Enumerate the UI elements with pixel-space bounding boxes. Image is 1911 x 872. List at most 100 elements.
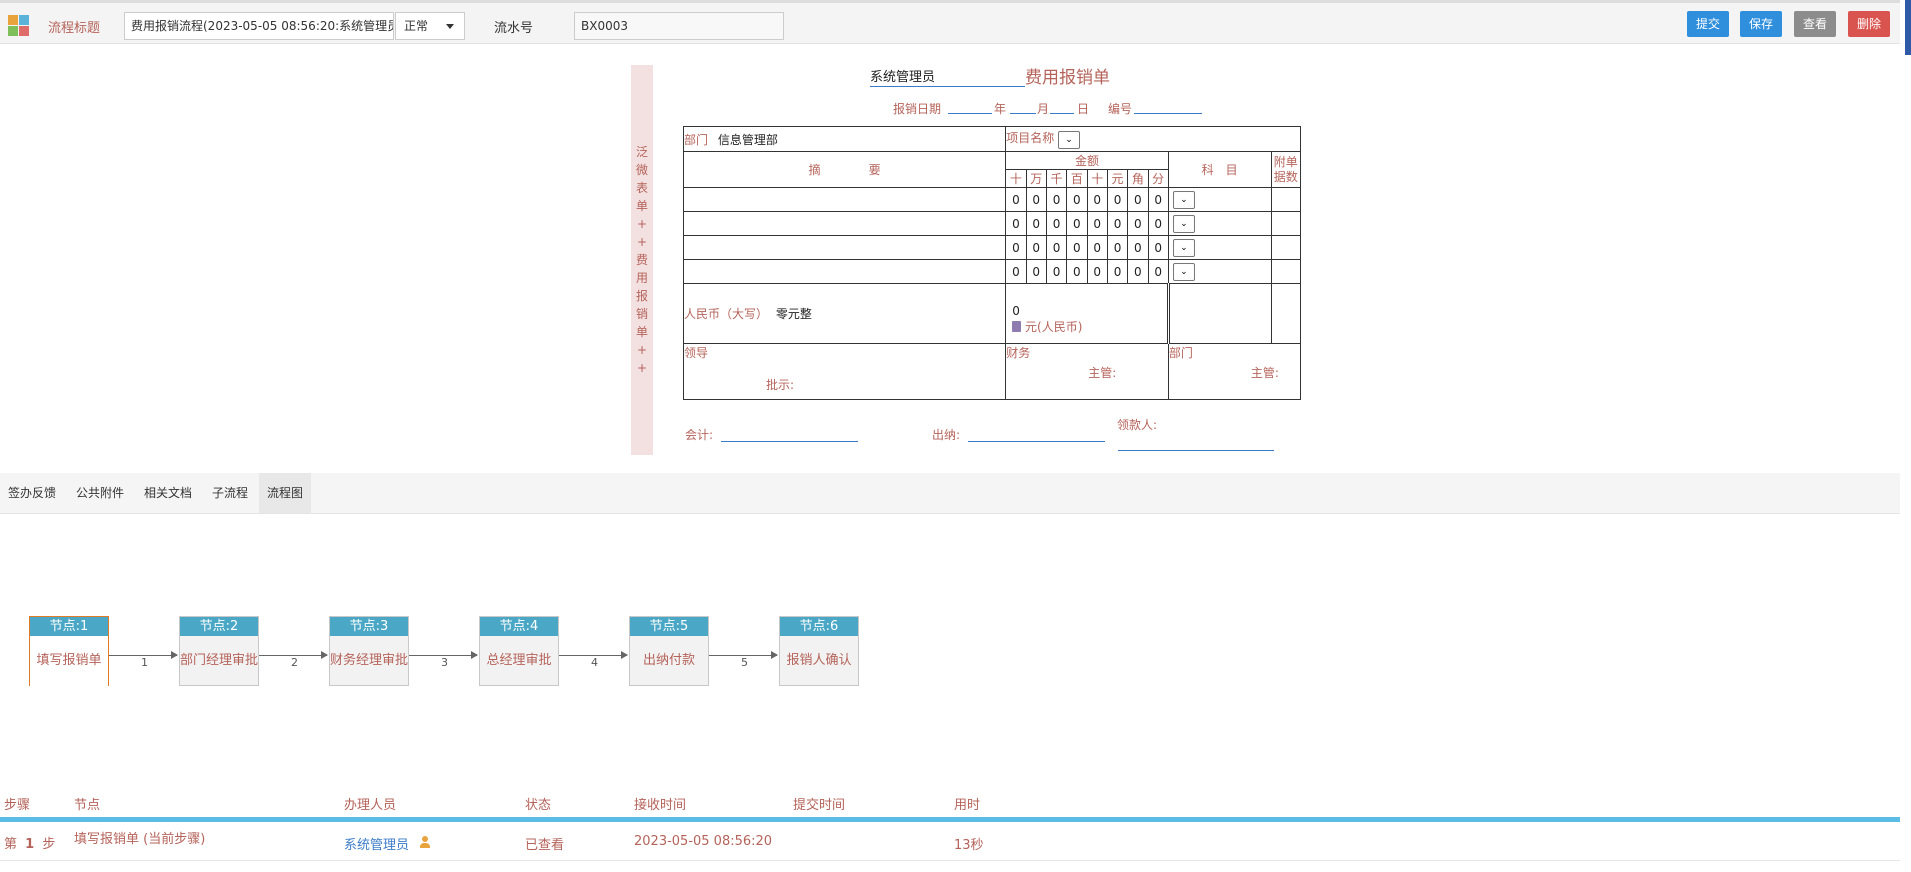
digit-header: 分 xyxy=(1147,169,1169,188)
digit-cell[interactable]: 0 xyxy=(1106,235,1129,260)
number-field[interactable] xyxy=(1134,113,1202,114)
subject-cell: ⌄ xyxy=(1167,187,1272,212)
side-label-char: 泛 xyxy=(635,145,648,159)
tab-2[interactable]: 公共附件 xyxy=(68,473,132,513)
year-field[interactable] xyxy=(948,113,992,114)
flow-arrow-label: 2 xyxy=(291,656,298,669)
digit-cell[interactable]: 0 xyxy=(1005,211,1027,236)
digit-cell[interactable]: 0 xyxy=(1005,187,1027,212)
row-handler[interactable]: 系统管理员 xyxy=(344,834,409,853)
digit-cell[interactable]: 0 xyxy=(1045,211,1068,236)
expense-form-table: 部门 信息管理部 项目名称 ⌄ 摘 要 金额 科 目 附单据数 十万千百十元角分… xyxy=(682,126,1302,400)
year-label: 年 xyxy=(994,102,1007,116)
digit-cell[interactable]: 0 xyxy=(1127,235,1149,260)
tab-5[interactable]: 流程图 xyxy=(259,473,312,513)
digit-header: 万 xyxy=(1025,169,1047,188)
attach-cell[interactable] xyxy=(1270,211,1301,236)
tab-3[interactable]: 相关文档 xyxy=(136,473,200,513)
subject-select[interactable]: ⌄ xyxy=(1172,262,1195,281)
accountant-field[interactable] xyxy=(721,441,858,442)
summary-cell[interactable] xyxy=(682,187,1007,212)
attach-cell[interactable] xyxy=(1270,235,1301,260)
priority-select[interactable]: 正常 xyxy=(395,12,465,40)
accountant-label: 会计: xyxy=(685,428,714,442)
digit-cell[interactable]: 0 xyxy=(1025,211,1047,236)
digit-cell[interactable]: 0 xyxy=(1086,235,1108,260)
flow-node-5[interactable]: 节点:5 出纳付款 xyxy=(629,616,709,686)
digit-cell[interactable]: 0 xyxy=(1025,187,1047,212)
digit-cell[interactable]: 0 xyxy=(1045,235,1068,260)
subject-select[interactable]: ⌄ xyxy=(1172,214,1195,233)
flow-node-header: 节点:3 xyxy=(330,617,408,636)
submit-button[interactable]: 提交 xyxy=(1687,11,1730,37)
subject-header: 科 目 xyxy=(1167,151,1272,188)
col-status: 状态 xyxy=(525,798,552,813)
payee-field[interactable] xyxy=(1118,450,1274,451)
row-received: 2023-05-05 08:56:20 xyxy=(634,834,773,849)
digit-cell[interactable]: 0 xyxy=(1025,235,1047,260)
digit-cell[interactable]: 0 xyxy=(1025,259,1047,284)
flow-node-1[interactable]: 节点:1 填写报销单 xyxy=(29,616,109,686)
tab-4[interactable]: 子流程 xyxy=(204,473,256,513)
digit-cell[interactable]: 0 xyxy=(1086,187,1108,212)
digit-cell[interactable]: 0 xyxy=(1066,235,1088,260)
total-value: 0 xyxy=(1012,304,1020,318)
digit-cell[interactable]: 0 xyxy=(1147,235,1169,260)
summary-cell[interactable] xyxy=(682,211,1007,236)
form-title: 费用报销单 xyxy=(1025,68,1110,88)
number-label: 编号 xyxy=(1108,102,1133,116)
project-select[interactable]: ⌄ xyxy=(1058,131,1081,149)
row-status: 已查看 xyxy=(525,838,565,853)
month-label: 月 xyxy=(1037,102,1050,116)
flow-title-input[interactable]: 费用报销流程(2023-05-05 08:56:20:系统管理员) xyxy=(124,12,394,40)
serial-input[interactable]: BX0003 xyxy=(574,12,784,40)
expense-row: 0 0 0 0 0 0 0 0 ⌄ xyxy=(682,235,1301,260)
summary-cell[interactable] xyxy=(682,259,1007,284)
step-number: 1 xyxy=(25,837,35,852)
digit-cell[interactable]: 0 xyxy=(1066,187,1088,212)
digit-cell[interactable]: 0 xyxy=(1066,259,1088,284)
day-field[interactable] xyxy=(1050,113,1074,114)
digit-cell[interactable]: 0 xyxy=(1086,211,1108,236)
flow-node-2[interactable]: 节点:2 部门经理审批 xyxy=(179,616,259,686)
subject-select[interactable]: ⌄ xyxy=(1172,238,1195,257)
flow-node-4[interactable]: 节点:4 总经理审批 xyxy=(479,616,559,686)
rmb-value: 零元整 xyxy=(775,307,812,321)
digit-cell[interactable]: 0 xyxy=(1045,259,1068,284)
flow-node-name: 财务经理审批 xyxy=(330,653,409,668)
col-handler: 办理人员 xyxy=(344,798,397,813)
digit-header: 十 xyxy=(1005,169,1027,188)
serial-label: 流水号 xyxy=(494,21,534,36)
digit-cell[interactable]: 0 xyxy=(1106,211,1129,236)
digit-header: 元 xyxy=(1106,169,1129,188)
digit-cell[interactable]: 0 xyxy=(1086,259,1108,284)
tab-1[interactable]: 签办反馈 xyxy=(0,473,64,513)
digit-cell[interactable]: 0 xyxy=(1005,235,1027,260)
subject-select[interactable]: ⌄ xyxy=(1172,190,1195,209)
digit-cell[interactable]: 0 xyxy=(1005,259,1027,284)
attach-cell[interactable] xyxy=(1270,259,1301,284)
digit-cell[interactable]: 0 xyxy=(1147,211,1169,236)
digit-cell[interactable]: 0 xyxy=(1147,259,1169,284)
digit-cell[interactable]: 0 xyxy=(1045,187,1068,212)
digit-cell[interactable]: 0 xyxy=(1127,259,1149,284)
side-label-char: 表 xyxy=(635,181,648,195)
digit-cell[interactable]: 0 xyxy=(1127,187,1149,212)
month-field[interactable] xyxy=(1010,113,1036,114)
flow-node-6[interactable]: 节点:6 报销人确认 xyxy=(779,616,859,686)
flow-node-3[interactable]: 节点:3 财务经理审批 xyxy=(329,616,409,686)
digit-cell[interactable]: 0 xyxy=(1106,187,1129,212)
summary-cell[interactable] xyxy=(682,235,1007,260)
digit-cell[interactable]: 0 xyxy=(1147,187,1169,212)
digit-header: 十 xyxy=(1086,169,1108,188)
attach-cell[interactable] xyxy=(1270,187,1301,212)
digit-cell[interactable]: 0 xyxy=(1127,211,1149,236)
digit-cell[interactable]: 0 xyxy=(1066,211,1088,236)
form-side-label: 泛微表单 + + 费用报销单 + + xyxy=(631,65,653,455)
save-button[interactable]: 保存 xyxy=(1740,11,1783,37)
flow-arrow-label: 5 xyxy=(741,656,748,669)
cashier-field[interactable] xyxy=(968,441,1105,442)
digit-cell[interactable]: 0 xyxy=(1106,259,1129,284)
delete-button[interactable]: 删除 xyxy=(1848,11,1891,37)
view-button[interactable]: 查看 xyxy=(1794,11,1837,37)
